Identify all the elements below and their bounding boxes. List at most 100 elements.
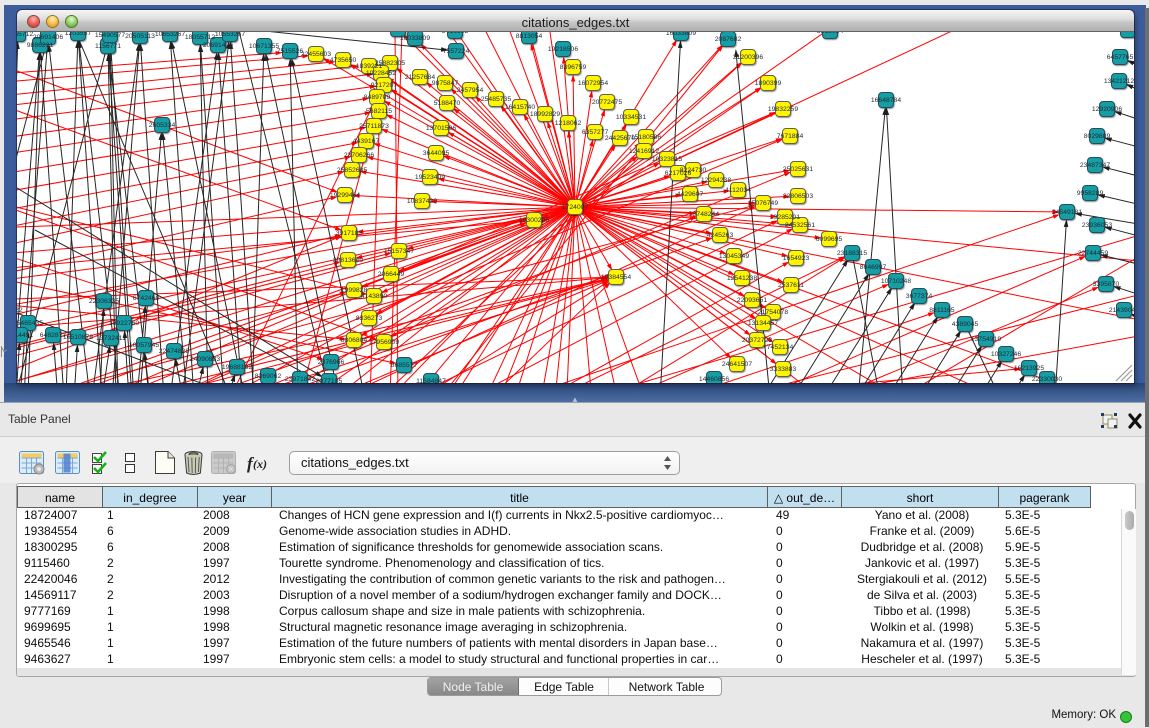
svg-text:15490577: 15490577 — [95, 32, 125, 39]
svg-text:5188470: 5188470 — [434, 100, 461, 107]
svg-text:8369062: 8369062 — [255, 373, 282, 380]
svg-text:13045349: 13045349 — [719, 253, 749, 260]
svg-text:21257684: 21257684 — [405, 74, 435, 81]
svg-text:21439044: 21439044 — [1109, 307, 1134, 314]
svg-text:1218062: 1218062 — [555, 120, 582, 127]
svg-text:9214491: 9214491 — [17, 332, 33, 339]
svg-text:21200396: 21200396 — [733, 54, 763, 61]
svg-text:20691406: 20691406 — [203, 42, 233, 49]
svg-text:19832259: 19832259 — [768, 106, 798, 113]
svg-text:6742460: 6742460 — [133, 295, 160, 302]
svg-text:16648784: 16648784 — [871, 97, 901, 104]
svg-text:8336273: 8336273 — [356, 315, 383, 322]
svg-text:18055712: 18055712 — [185, 34, 215, 41]
svg-text:25852685: 25852685 — [337, 167, 367, 174]
svg-text:25025631: 25025631 — [783, 166, 813, 173]
svg-text:8813054: 8813054 — [516, 33, 543, 40]
svg-text:4439167: 4439167 — [353, 138, 380, 145]
svg-text:1203557: 1203557 — [65, 32, 92, 37]
svg-text:16033809: 16033809 — [666, 32, 696, 37]
svg-text:15180586: 15180586 — [631, 134, 661, 141]
svg-text:3677374: 3677374 — [906, 293, 933, 300]
svg-text:4112034: 4112034 — [725, 187, 751, 194]
svg-text:22806503: 22806503 — [783, 193, 813, 200]
svg-text:12541238: 12541238 — [727, 275, 757, 282]
svg-text:1724007: 1724007 — [562, 204, 589, 211]
svg-text:16415740: 16415740 — [505, 104, 535, 111]
svg-text:13701506: 13701506 — [426, 125, 456, 132]
svg-text:10553267: 10553267 — [215, 32, 245, 38]
svg-text:8811165: 8811165 — [929, 307, 955, 314]
svg-text:3917183: 3917183 — [336, 230, 363, 237]
svg-text:23487347: 23487347 — [1080, 162, 1110, 169]
svg-text:16072954: 16072954 — [578, 80, 608, 87]
svg-text:4429607: 4429607 — [677, 191, 704, 198]
svg-text:10837430: 10837430 — [407, 198, 437, 205]
svg-text:19299464: 19299464 — [330, 192, 360, 199]
svg-text:10334531: 10334531 — [616, 114, 646, 121]
svg-text:3333883: 3333883 — [770, 366, 797, 373]
svg-text:19285201: 19285201 — [770, 214, 800, 221]
svg-text:20813640: 20813640 — [333, 257, 363, 264]
svg-text:14460856: 14460856 — [699, 376, 729, 383]
svg-text:1654923: 1654923 — [783, 255, 810, 262]
svg-text:25882305: 25882305 — [375, 60, 405, 67]
svg-text:3644095: 3644095 — [423, 150, 450, 157]
svg-text:10671355: 10671355 — [249, 43, 279, 50]
svg-text:9217207: 9217207 — [371, 82, 398, 89]
svg-text:23936053: 23936053 — [1082, 222, 1112, 229]
svg-text:2457954: 2457954 — [457, 87, 484, 94]
svg-text:4245263: 4245263 — [707, 232, 734, 239]
svg-text:20691406: 20691406 — [33, 34, 63, 41]
svg-text:15157347: 15157347 — [384, 248, 414, 255]
svg-text:1156771: 1156771 — [95, 43, 121, 50]
svg-text:2537611: 2537611 — [778, 282, 804, 289]
svg-text:12920906: 12920906 — [1092, 106, 1122, 113]
svg-text:8224730: 8224730 — [680, 167, 707, 174]
svg-text:22455603: 22455603 — [301, 51, 331, 58]
svg-text:23971842: 23971842 — [285, 376, 315, 383]
svg-text:22330030: 22330030 — [1032, 376, 1062, 383]
svg-text:10710248: 10710248 — [881, 278, 911, 285]
svg-text:8489709: 8489709 — [364, 94, 391, 101]
svg-text:15076749: 15076749 — [748, 200, 778, 207]
svg-text:2605334: 2605334 — [149, 122, 176, 129]
svg-text:19384554: 19384554 — [601, 274, 631, 281]
svg-text:11584847: 11584847 — [416, 378, 446, 383]
svg-text:13754919: 13754919 — [971, 336, 1001, 343]
svg-text:7515526: 7515526 — [277, 48, 304, 55]
svg-text:25711873: 25711873 — [359, 123, 389, 130]
svg-text:9056751: 9056751 — [385, 32, 412, 33]
svg-text:12416912: 12416912 — [629, 148, 659, 155]
svg-text:16510878: 16510878 — [63, 334, 93, 341]
svg-text:25465435: 25465435 — [17, 320, 43, 327]
svg-text:2077105: 2077105 — [316, 378, 343, 383]
svg-text:9886231: 9886231 — [27, 42, 54, 49]
svg-text:13421212: 13421212 — [1104, 78, 1134, 85]
svg-text:8813054: 8813054 — [817, 32, 844, 35]
svg-text:24549181: 24549181 — [1052, 209, 1082, 216]
svg-text:(x): (x) — [253, 457, 267, 471]
svg-text:22744459: 22744459 — [1078, 250, 1108, 257]
svg-text:11881122: 11881122 — [17, 307, 23, 314]
svg-text:16213925: 16213925 — [1014, 365, 1044, 372]
svg-text:20372723: 20372723 — [742, 337, 772, 344]
svg-text:19218506: 19218506 — [548, 46, 578, 53]
svg-text:5682115: 5682115 — [366, 108, 392, 115]
svg-text:4735650: 4735650 — [330, 57, 357, 64]
svg-text:20772475: 20772475 — [592, 99, 622, 106]
svg-text:9875847: 9875847 — [432, 80, 459, 87]
svg-text:14055712: 14055712 — [17, 32, 33, 38]
svg-text:10653267: 10653267 — [155, 32, 185, 38]
svg-text:8416302: 8416302 — [442, 32, 469, 35]
svg-text:6099695: 6099695 — [816, 236, 843, 243]
svg-text:2087682: 2087682 — [715, 36, 742, 43]
svg-text:17956909: 17956909 — [369, 339, 399, 346]
svg-text:4143890: 4143890 — [361, 293, 388, 300]
svg-text:6457765: 6457765 — [1107, 54, 1134, 61]
svg-text:13748244: 13748244 — [689, 211, 719, 218]
svg-text:18992829: 18992829 — [530, 111, 560, 118]
svg-text:23188315: 23188315 — [837, 250, 867, 257]
svg-text:8396759: 8396759 — [560, 64, 587, 71]
svg-text:18300295: 18300295 — [519, 217, 549, 224]
